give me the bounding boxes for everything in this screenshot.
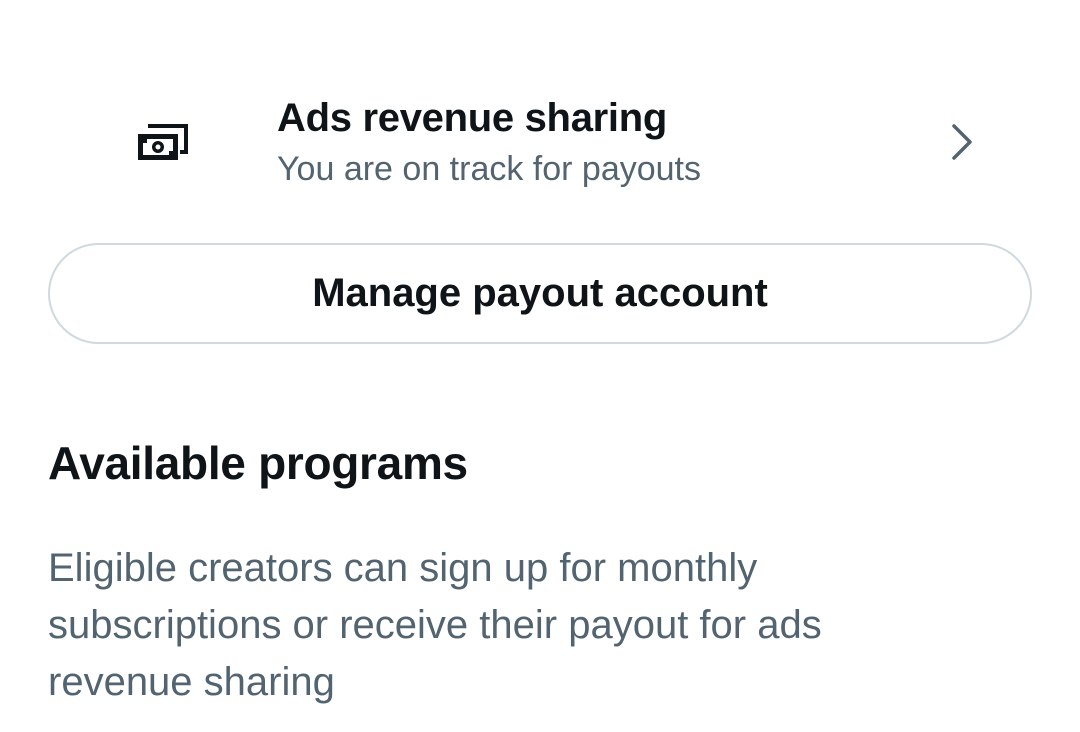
program-title: Ads revenue sharing (277, 96, 667, 140)
available-programs-description: Eligible creators can sign up for monthl… (48, 546, 822, 704)
available-programs-heading: Available programs (48, 437, 468, 489)
ads-revenue-sharing-row[interactable]: Ads revenue sharing You are on track for… (0, 82, 1080, 210)
program-status: You are on track for payouts (277, 150, 702, 188)
money-icon (136, 122, 188, 162)
chevron-right-icon (946, 120, 976, 164)
manage-payout-account-button[interactable]: Manage payout account (48, 243, 1032, 344)
